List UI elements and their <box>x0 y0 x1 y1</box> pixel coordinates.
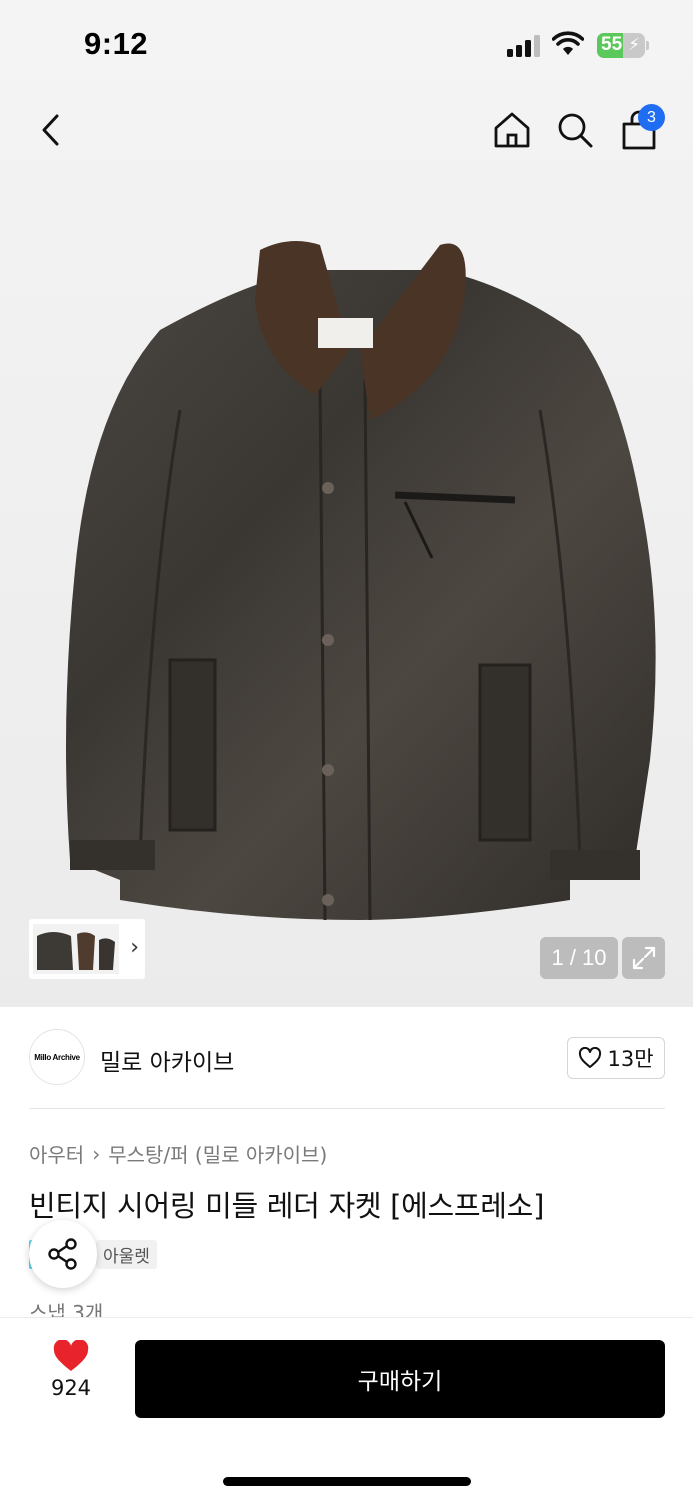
breadcrumb-item[interactable]: 무스탕/퍼 (밀로 아카이브) <box>108 1139 327 1168</box>
snap-count[interactable]: 스냅 3개 <box>29 1297 103 1317</box>
chevron-left-icon <box>42 114 59 146</box>
status-time: 9:12 <box>84 26 149 61</box>
back-button[interactable] <box>26 100 76 160</box>
battery-level: 55 <box>601 34 623 55</box>
brand-row[interactable]: Millo Archive 밀로 아카이브 13만 <box>0 1007 693 1109</box>
brand-logo[interactable]: Millo Archive <box>29 1029 85 1085</box>
heart-outline-icon <box>579 1047 602 1068</box>
thumbnail-strip[interactable]: › <box>29 919 145 979</box>
signal-icon <box>507 35 543 57</box>
chevron-right-icon: › <box>92 1141 101 1166</box>
cart-count-badge: 3 <box>638 104 665 131</box>
heart-filled-icon <box>53 1340 89 1371</box>
breadcrumb-item[interactable]: 아우터 <box>29 1139 84 1168</box>
wish-button[interactable]: 924 <box>40 1340 102 1418</box>
buy-button[interactable]: 구매하기 <box>135 1340 665 1418</box>
product-title: 빈티지 시어링 미들 레더 자켓 [에스프레소] <box>29 1189 545 1223</box>
home-icon <box>494 112 530 148</box>
wish-count: 924 <box>50 1376 92 1400</box>
home-button[interactable] <box>487 100 537 160</box>
status-bar: 9:12 55 ⚡ <box>0 0 693 92</box>
top-nav <box>0 100 693 164</box>
expand-button[interactable] <box>622 937 665 979</box>
brand-like-button[interactable]: 13만 <box>567 1037 665 1079</box>
expand-icon <box>632 946 655 970</box>
wifi-icon <box>552 31 584 55</box>
divider <box>29 1108 665 1109</box>
share-icon <box>48 1238 77 1270</box>
brand-name[interactable]: 밀로 아카이브 <box>100 1043 234 1077</box>
brand-like-count: 13만 <box>607 1047 654 1071</box>
breadcrumb: 아우터 › 무스탕/퍼 (밀로 아카이브) <box>29 1139 327 1168</box>
outlet-tag: 아울렛 <box>96 1240 157 1269</box>
chevron-right-icon: › <box>130 935 139 960</box>
search-icon <box>558 113 593 148</box>
search-button[interactable] <box>550 100 600 160</box>
home-indicator <box>223 1477 471 1486</box>
product-gallery[interactable]: 9:12 55 ⚡ 3 › 1 / 10 <box>0 0 693 1007</box>
share-button[interactable] <box>29 1220 97 1288</box>
image-counter: 1 / 10 <box>540 937 618 979</box>
thumbnail-image <box>33 924 119 974</box>
product-image <box>66 241 656 921</box>
battery-icon: 55 ⚡ <box>597 33 645 58</box>
